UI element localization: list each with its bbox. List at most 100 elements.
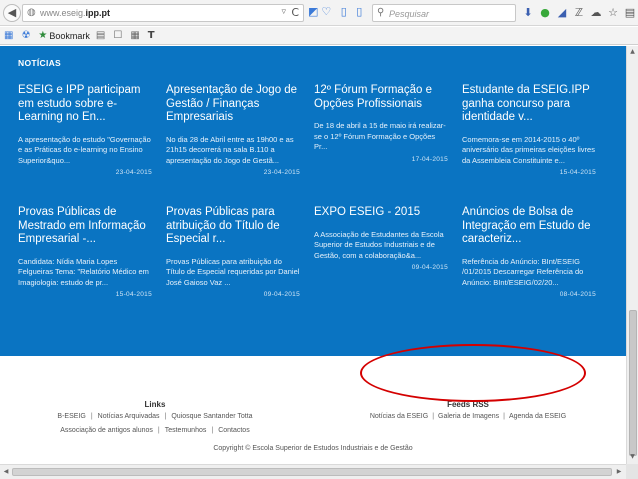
bookmark-item[interactable]: ☢ bbox=[21, 30, 32, 41]
url-bar[interactable]: ◍ www.eseig.ipp.pt ▿ C bbox=[22, 4, 304, 22]
url-text: www.eseig.ipp.pt bbox=[40, 8, 111, 18]
news-date: 15-04-2015 bbox=[559, 169, 596, 176]
bookmark-item[interactable]: ▦ bbox=[4, 30, 15, 41]
extension-icons[interactable]: ◩♡ ▯ ▯ bbox=[308, 5, 365, 18]
annotation-ellipse bbox=[360, 344, 586, 402]
bookmark-item[interactable]: ▦ bbox=[130, 30, 141, 41]
bookmarks-list-icon[interactable]: ▤ bbox=[624, 6, 636, 20]
separator: | bbox=[157, 427, 160, 434]
separator: | bbox=[211, 427, 214, 434]
news-card[interactable]: Anúncios de Bolsa de Integração em Estud… bbox=[462, 206, 596, 298]
reload-icon[interactable]: C bbox=[291, 6, 299, 19]
status-dot-icon[interactable]: ● bbox=[539, 6, 551, 20]
addon-icon: ☢ bbox=[21, 30, 31, 41]
globe-icon: ◍ bbox=[27, 7, 36, 18]
scroll-down-icon[interactable]: ▼ bbox=[627, 452, 638, 462]
news-section: NOTÍCIAS ESEIG e IPP participam em estud… bbox=[0, 46, 626, 356]
news-excerpt: Provas Públicas para atribuição do Títul… bbox=[166, 256, 300, 287]
separator: | bbox=[90, 413, 93, 420]
browser-toolbar: ◀ ◍ www.eseig.ipp.pt ▿ C ◩♡ ▯ ▯ ⚲ ⬇ ● ◢ … bbox=[0, 0, 638, 26]
news-title[interactable]: Anúncios de Bolsa de Integração em Estud… bbox=[462, 206, 596, 247]
news-date: 23-04-2015 bbox=[263, 169, 300, 176]
news-card[interactable]: Estudante da ESEIG.IPP ganha concurso pa… bbox=[462, 84, 596, 176]
news-title[interactable]: ESEIG e IPP participam em estudo sobre e… bbox=[18, 84, 152, 125]
news-title[interactable]: Apresentação de Jogo de Gestão / Finança… bbox=[166, 84, 300, 125]
news-date: 15-04-2015 bbox=[115, 291, 152, 298]
news-excerpt: Comemora-se em 2014-2015 o 40º aniversár… bbox=[462, 134, 595, 165]
news-excerpt: A Associação de Estudantes da Escola Sup… bbox=[314, 229, 444, 260]
news-date: 17-04-2015 bbox=[411, 155, 448, 163]
bookmark-star-icon: ★ bbox=[38, 30, 48, 41]
star-icon[interactable]: ☆ bbox=[607, 6, 619, 20]
news-date: 09-04-2015 bbox=[411, 264, 448, 271]
bookmark-item[interactable]: ☐ bbox=[113, 30, 124, 41]
scrollbar-corner bbox=[626, 464, 638, 479]
feed-link[interactable]: Notícias da ESEIG bbox=[370, 413, 428, 420]
news-excerpt: Candidata: Nídia Maria Lopes Felgueiras … bbox=[18, 256, 149, 287]
bookmark-button[interactable]: ★ Bookmark bbox=[38, 30, 89, 41]
news-card[interactable]: Apresentação de Jogo de Gestão / Finança… bbox=[166, 84, 300, 176]
news-title[interactable]: Estudante da ESEIG.IPP ganha concurso pa… bbox=[462, 84, 596, 125]
news-date: 09-04-2015 bbox=[263, 291, 300, 298]
horizontal-scrollbar[interactable]: ◀ ▶ bbox=[0, 464, 626, 479]
footer-link[interactable]: Contactos bbox=[218, 427, 250, 434]
box-icon: ☐ bbox=[113, 30, 123, 41]
footer-link[interactable]: Quiosque Santander Totta bbox=[171, 413, 252, 420]
scroll-up-icon[interactable]: ▲ bbox=[627, 47, 638, 57]
footer-links-row: Associação de antigos alunos | Testemunhos… bbox=[0, 427, 310, 434]
footer-link[interactable]: Associação de antigos alunos bbox=[60, 427, 153, 434]
download-icon[interactable]: ⬇ bbox=[522, 6, 534, 20]
news-card[interactable]: Provas Públicas para atribuição do Títul… bbox=[166, 206, 300, 298]
copyright-text: Copyright © Escola Superior de Estudos I… bbox=[213, 445, 413, 452]
cloud-icon[interactable]: ☁ bbox=[590, 6, 602, 20]
search-icon: ⚲ bbox=[377, 7, 385, 18]
news-excerpt: De 18 de abril a 15 de maio irá realizar… bbox=[314, 121, 446, 151]
feed-link[interactable]: Agenda da ESEIG bbox=[509, 413, 566, 420]
toolbar-icons: ⬇ ● ◢ ℤ ☁ ☆ ▤ ▣ ≡ bbox=[522, 4, 638, 22]
footer-link[interactable]: Testemunhos bbox=[165, 427, 207, 434]
news-title[interactable]: Provas Públicas de Mestrado em Informaçã… bbox=[18, 206, 152, 247]
feed-link[interactable]: Galeria de Imagens bbox=[438, 413, 499, 420]
send-icon[interactable]: ◢ bbox=[556, 6, 568, 20]
news-card[interactable]: Provas Públicas de Mestrado em Informaçã… bbox=[18, 206, 152, 298]
feeds-links-row: Notícias da ESEIG | Galeria de Imagens | Age… bbox=[368, 413, 568, 420]
back-icon: ◀ bbox=[7, 6, 17, 19]
news-card[interactable]: EXPO ESEIG - 2015 A Associação de Estuda… bbox=[314, 206, 448, 271]
scroll-right-icon[interactable]: ▶ bbox=[614, 467, 624, 477]
page-viewport: NOTÍCIAS ESEIG e IPP participam em estud… bbox=[0, 46, 626, 464]
section-title: NOTÍCIAS bbox=[18, 58, 62, 68]
separator: | bbox=[503, 413, 505, 420]
news-excerpt: A apresentação do estudo "Governação e a… bbox=[18, 134, 151, 165]
footer-link[interactable]: B-ESEIG bbox=[57, 413, 85, 420]
back-button[interactable]: ◀ bbox=[3, 4, 21, 22]
vertical-scrollbar[interactable]: ▲ ▼ bbox=[626, 46, 638, 464]
news-title[interactable]: 12º Fórum Formação e Opções Profissionai… bbox=[314, 84, 448, 111]
grid-icon: ▦ bbox=[4, 30, 14, 41]
url-dropdown-icon[interactable]: ▿ bbox=[281, 7, 286, 17]
separator: | bbox=[432, 413, 435, 420]
news-card[interactable]: 12º Fórum Formação e Opções Profissionai… bbox=[314, 84, 448, 163]
image-icon: ▦ bbox=[130, 30, 140, 41]
footer-link[interactable]: Notícias Arquivadas bbox=[98, 413, 160, 420]
news-title[interactable]: Provas Públicas para atribuição do Títul… bbox=[166, 206, 300, 247]
search-box[interactable]: ⚲ bbox=[372, 4, 516, 22]
footer-links-row: B-ESEIG | Notícias Arquivadas | Quiosque San… bbox=[0, 413, 310, 420]
scroll-left-icon[interactable]: ◀ bbox=[1, 467, 11, 477]
bookmarks-toolbar: ▦ ☢ ★ Bookmark ▤ ☐ ▦ T bbox=[0, 27, 638, 45]
bookmark-item[interactable]: ▤ bbox=[96, 30, 107, 41]
vertical-scroll-thumb[interactable] bbox=[629, 310, 637, 456]
news-excerpt: No dia 28 de Abril entre as 19h00 e as 2… bbox=[166, 134, 294, 165]
news-date: 23-04-2015 bbox=[115, 169, 152, 176]
news-title[interactable]: EXPO ESEIG - 2015 bbox=[314, 206, 448, 220]
news-card[interactable]: ESEIG e IPP participam em estudo sobre e… bbox=[18, 84, 152, 176]
zotero-icon[interactable]: ℤ bbox=[573, 6, 585, 20]
news-date: 08-04-2015 bbox=[559, 291, 596, 298]
page-icon: ▤ bbox=[95, 30, 106, 41]
text-icon: T bbox=[147, 30, 155, 41]
links-heading: Links bbox=[144, 400, 166, 409]
news-excerpt: Referência do Anúncio: BInt/ESEIG /01/20… bbox=[462, 256, 584, 287]
horizontal-scroll-thumb[interactable] bbox=[12, 468, 612, 476]
search-input[interactable] bbox=[389, 7, 509, 20]
bookmark-item[interactable]: T bbox=[148, 30, 157, 41]
separator: | bbox=[164, 413, 167, 420]
